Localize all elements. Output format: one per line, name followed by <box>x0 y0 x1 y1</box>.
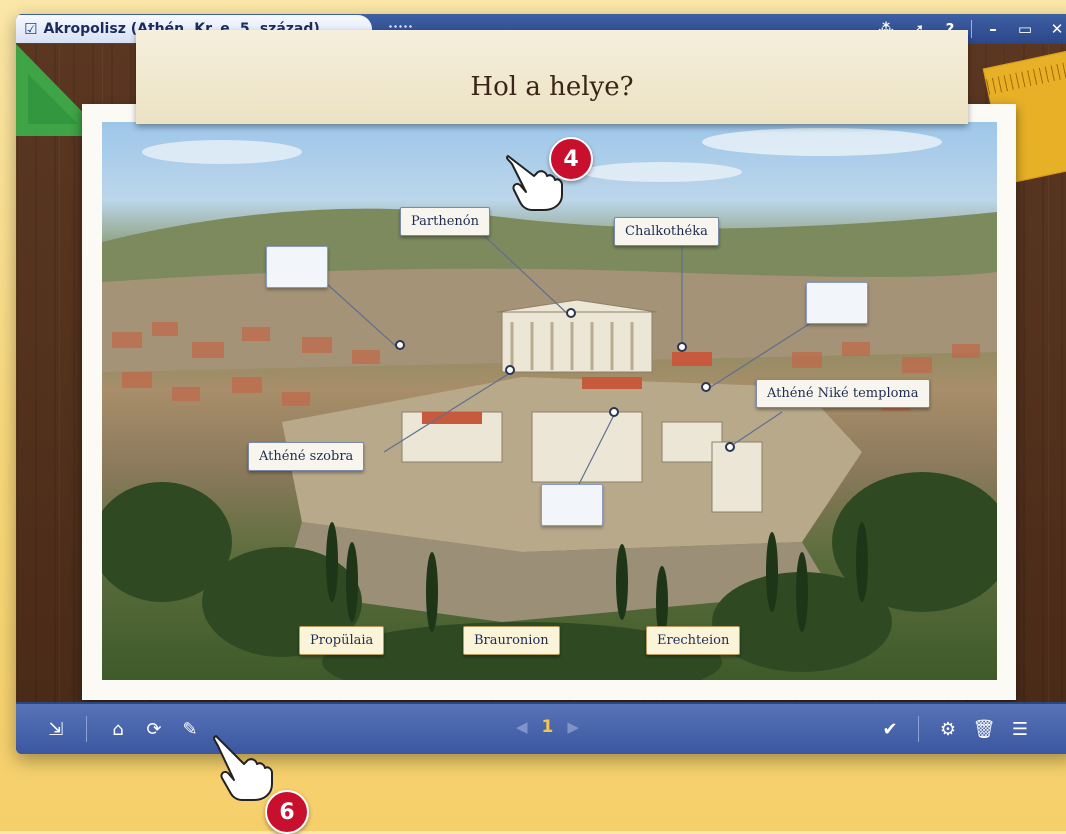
location-pin <box>725 442 735 452</box>
placed-label-parthenon[interactable]: Parthenón <box>400 207 490 236</box>
step-badge-4: 4 <box>549 137 593 181</box>
bottom-toolbar: ⇲ ⌂ ⟳ ✎ ◀ 1 ▶ ✔ ⚙ 🗑 ☰ <box>16 702 1066 754</box>
empty-drop-target[interactable] <box>541 484 603 526</box>
title-paper: Hol a helye? <box>136 30 968 124</box>
placed-label-athena-statue[interactable]: Athéné szobra <box>248 442 365 471</box>
prev-page-icon[interactable]: ◀ <box>516 718 528 736</box>
home-icon[interactable]: ⌂ <box>104 715 132 743</box>
maximize-icon[interactable]: ▭ <box>1014 18 1036 40</box>
location-pin <box>505 365 515 375</box>
empty-drop-target[interactable] <box>806 282 868 324</box>
location-pin <box>395 340 405 350</box>
location-pin <box>566 308 576 318</box>
trash-icon[interactable]: 🗑 <box>970 715 998 743</box>
divider <box>918 716 919 742</box>
minimize-icon[interactable]: – <box>982 18 1004 40</box>
settings-icon[interactable]: ⚙ <box>934 715 962 743</box>
app-window: ☑ Akropolisz (Athén, Kr. e. 5. század) ⁂… <box>16 14 1066 754</box>
page-title: Hol a helye? <box>470 72 634 102</box>
bank-label-erechteion[interactable]: Erechteion <box>646 626 741 655</box>
step-badge-6: 6 <box>265 790 309 834</box>
divider <box>86 716 87 742</box>
export-icon[interactable]: ⇲ <box>42 715 70 743</box>
location-pin <box>701 382 711 392</box>
divider <box>971 20 972 38</box>
location-pin <box>677 342 687 352</box>
pointing-hand-icon <box>213 735 273 801</box>
edit-icon[interactable]: ✎ <box>176 715 204 743</box>
empty-drop-target[interactable] <box>266 246 328 288</box>
pager: ◀ 1 ▶ <box>516 717 579 737</box>
check-icon[interactable]: ✔ <box>876 715 904 743</box>
page-number: 1 <box>541 717 554 737</box>
next-page-icon[interactable]: ▶ <box>567 718 579 736</box>
bank-label-propylaia[interactable]: Propülaia <box>299 626 385 655</box>
close-icon[interactable]: ✕ <box>1046 18 1066 40</box>
placed-label-chalkotheka[interactable]: Chalkothéka <box>614 217 719 246</box>
bank-label-brauronion[interactable]: Brauronion <box>463 626 560 655</box>
document-check-icon: ☑ <box>24 20 38 38</box>
notes-icon[interactable]: ☰ <box>1006 715 1034 743</box>
location-pin <box>609 407 619 417</box>
reload-icon[interactable]: ⟳ <box>140 715 168 743</box>
placed-label-athena-nike[interactable]: Athéné Niké temploma <box>756 379 930 408</box>
